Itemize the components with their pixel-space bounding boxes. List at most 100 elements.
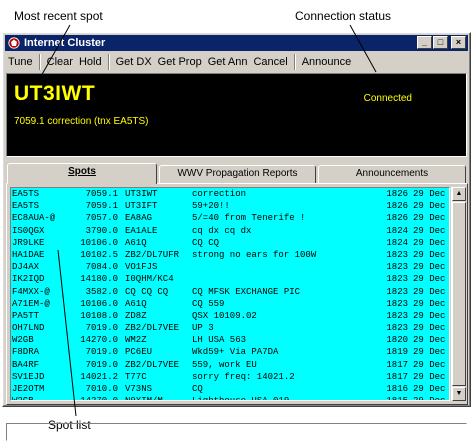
app-globe-icon: [7, 36, 21, 50]
callout-connection-status: Connection status: [295, 9, 392, 23]
spot-row[interactable]: DJ4AX 7084.0 VO1FJS 1823 29 Dec: [11, 261, 449, 273]
spot-spotter: EA5TS: [12, 189, 40, 199]
spot-row[interactable]: IK2IQD 14180.0 I0QHM/KC4 1823 29 Dec: [11, 273, 449, 285]
spot-spotter: IS0QGX: [12, 225, 45, 236]
spot-row[interactable]: F4MXX-@ 3582.0 CQ CQ CQ CQ MFSK EXCHANGE PI…: [11, 286, 449, 298]
menu-cancel[interactable]: Cancel: [250, 56, 290, 68]
spot-row[interactable]: EC8AUA-@ 7057.0 EA8AG 5/=40 from Tenerife !…: [11, 212, 449, 224]
spot-comment: [192, 273, 372, 285]
spot-freq: 14021.2: [80, 371, 118, 382]
tab-announcements[interactable]: Announcements: [318, 165, 466, 183]
spot-row[interactable]: A71EM-@ 10106.0 A61Q CQ 559 1823 29 Dec: [11, 298, 449, 310]
spot-freq: 14270.0: [80, 335, 118, 346]
tab-strip: Spots WWV Propagation Reports Announceme…: [7, 163, 467, 184]
spot-time: 1823: [386, 249, 408, 260]
spot-spotter: F8DRA: [12, 347, 40, 358]
spot-freq: 3790.0: [85, 225, 118, 236]
menu-tune[interactable]: Tune: [5, 56, 36, 68]
connection-status: Connected: [363, 93, 412, 104]
spot-row[interactable]: BA4RF 7019.0 ZB2/DL7VEE 559, work EU 1817 29 …: [11, 359, 449, 371]
scroll-down-button[interactable]: ▼: [452, 387, 466, 401]
vertical-scrollbar[interactable]: ▲ ▼: [451, 187, 466, 401]
spot-freq: 7057.0: [85, 213, 118, 224]
menu-get-dx[interactable]: Get DX: [113, 56, 155, 68]
spot-comment: correction: [192, 189, 247, 199]
spot-date: 29 Dec: [413, 213, 446, 224]
menu-announce[interactable]: Announce: [299, 56, 355, 68]
spot-comment: CQ CQ: [192, 237, 220, 248]
spot-spotter: EA5TS: [12, 201, 40, 212]
menu-clear[interactable]: Clear: [44, 56, 76, 68]
menu-separator: [293, 54, 296, 70]
spot-row[interactable]: F8DRA 7019.0 PC6EU Wkd59+ Via PA7DA 1819 29 D…: [11, 346, 449, 358]
spot-dx: A61Q: [125, 298, 147, 309]
spot-comment: 59+20!!: [192, 201, 230, 212]
spot-freq: 14180.0: [80, 274, 118, 285]
tab-panel-spots: EA5TS 7059.1 UT3IWT correction 1826 29 Dec EA5…: [6, 183, 468, 405]
spot-spotter: OH7LND: [12, 323, 45, 334]
spot-row[interactable]: IS0QGX 3790.0 EA1ALE cq dx cq dx 1824 29 Dec: [11, 225, 449, 237]
spot-freq: 10108.0: [80, 310, 118, 321]
spot-comment: strong no ears for 100W: [192, 249, 317, 260]
spot-dx: EA8AG: [125, 213, 153, 224]
spot-row[interactable]: W2GB14270.0N9XIM/MLighthouse USA 0191815…: [11, 395, 449, 400]
callout-most-recent-spot: Most recent spot: [14, 9, 103, 23]
spot-list[interactable]: EA5TS 7059.1 UT3IWT correction 1826 29 Dec EA5…: [10, 187, 450, 401]
spot-date: 29 Dec: [413, 225, 446, 236]
spot-time: 1817: [386, 371, 408, 382]
tab-wwv[interactable]: WWV Propagation Reports: [159, 165, 316, 183]
spot-comment: LH USA 563: [192, 335, 247, 346]
spot-spotter: A71EM-@: [12, 298, 50, 309]
menu-hold[interactable]: Hold: [76, 56, 105, 68]
spot-date: 29 Dec: [413, 371, 446, 382]
spot-dx: UT3IWT: [125, 189, 158, 199]
spot-date: 29 Dec: [413, 237, 446, 248]
spot-dx: T77C: [125, 371, 147, 382]
spot-freq: 7019.0: [85, 323, 118, 334]
spot-dx: WM2Z: [125, 335, 147, 346]
spot-row[interactable]: HA1DAE 10102.5 ZB2/DL7UFR strong no ears fo…: [11, 249, 449, 261]
title-bar[interactable]: Internet Cluster _ □ ×: [5, 35, 468, 51]
spot-comment: cq dx cq dx: [192, 225, 252, 236]
spot-row[interactable]: OH7LND 7019.0 ZB2/DL7VEE UP 3 1823 29 Dec: [11, 322, 449, 334]
spot-row[interactable]: JR9LKE 10106.0 A61Q CQ CQ 1824 29 Dec: [11, 237, 449, 249]
spot-dx: N9XIM/M: [118, 395, 192, 400]
spot-comment: Lighthouse USA 019: [192, 395, 372, 400]
spot-dx: CQ CQ CQ: [125, 286, 169, 297]
spot-row[interactable]: JE2OTM 7010.0 V73NS CQ 1816 29 Dec: [11, 383, 449, 395]
spot-time: 1816: [386, 384, 408, 394]
spot-row[interactable]: SV1EJD 14021.2 T77C sorry freq: 14021.2 1817…: [11, 371, 449, 383]
menu-get-ann[interactable]: Get Ann: [205, 56, 251, 68]
scroll-up-button[interactable]: ▲: [452, 187, 466, 201]
spot-dx: I0QHM/KC4: [125, 274, 174, 285]
spot-time: 1823: [386, 310, 408, 321]
spot-date: 29 Dec: [413, 310, 446, 321]
spot-time: 1826: [386, 189, 408, 199]
spot-date: 29 Dec: [408, 395, 448, 400]
spot-comment: UP 3: [192, 323, 214, 334]
spot-freq: 7019.0: [85, 359, 118, 370]
recent-spot-detail: 7059.1 correction (tnx EA5TS): [14, 116, 149, 127]
scroll-thumb[interactable]: [452, 202, 466, 386]
spot-date: 29 Dec: [413, 274, 446, 285]
spot-row[interactable]: EA5TS 7059.1 UT3IFT 59+20!! 1826 29 Dec: [11, 200, 449, 212]
spot-dx: PC6EU: [125, 347, 153, 358]
minimize-button[interactable]: _: [417, 36, 432, 49]
spot-comment: QSX 10109.02: [192, 310, 257, 321]
spot-time: 1823: [386, 286, 408, 297]
spot-date: 29 Dec: [413, 189, 446, 199]
spot-spotter: SV1EJD: [12, 371, 45, 382]
close-button[interactable]: ×: [451, 36, 466, 49]
spot-freq: 10106.0: [80, 237, 118, 248]
spot-dx: EA1ALE: [125, 225, 158, 236]
maximize-button[interactable]: □: [433, 36, 448, 49]
menu-get-prop[interactable]: Get Prop: [155, 56, 205, 68]
tab-spots-label: Spots: [68, 166, 96, 177]
spot-comment: CQ: [192, 384, 203, 394]
spot-row[interactable]: W2GB 14270.0 WM2Z LH USA 563 1820 29 Dec: [11, 334, 449, 346]
tab-spots[interactable]: Spots: [7, 163, 157, 184]
spot-date: 29 Dec: [413, 335, 446, 346]
spot-row[interactable]: PA5TT 10108.0 ZD8Z QSX 10109.02 1823 29 Dec: [11, 310, 449, 322]
spot-row[interactable]: EA5TS 7059.1 UT3IWT correction 1826 29 Dec: [11, 188, 449, 200]
spot-spotter: IK2IQD: [12, 274, 45, 285]
